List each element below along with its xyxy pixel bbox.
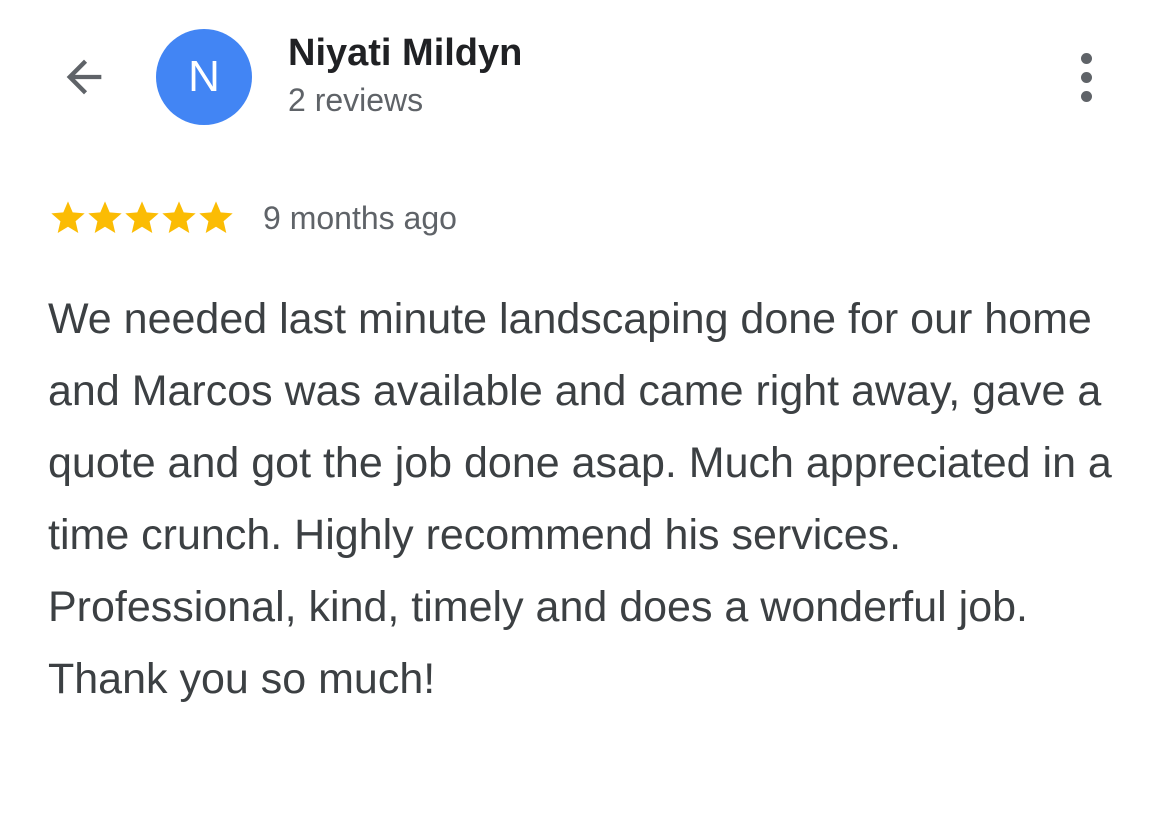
rating-row: 9 months ago — [48, 196, 457, 240]
avatar[interactable]: N — [156, 29, 252, 125]
reviewer-name[interactable]: Niyati Mildyn — [288, 32, 522, 75]
avatar-initial: N — [188, 52, 220, 101]
star-icon — [162, 201, 196, 233]
more-vertical-icon — [1080, 52, 1092, 64]
more-vertical-icon-dot — [1080, 90, 1092, 102]
review-count: 2 reviews — [288, 82, 424, 118]
star-icon — [199, 201, 233, 233]
review-header: N Niyati Mildyn 2 reviews — [0, 0, 1170, 160]
review-time: 9 months ago — [263, 199, 457, 236]
review-text: We needed last minute landscaping done f… — [48, 295, 1112, 703]
back-button[interactable] — [50, 45, 118, 109]
more-vertical-icon-dot — [1080, 71, 1092, 83]
more-options-button[interactable] — [1060, 44, 1112, 110]
arrow-left-icon — [66, 59, 102, 95]
star-rating — [48, 198, 233, 238]
star-icon — [125, 201, 159, 233]
star-icon — [88, 201, 122, 233]
star-icon — [51, 201, 85, 233]
